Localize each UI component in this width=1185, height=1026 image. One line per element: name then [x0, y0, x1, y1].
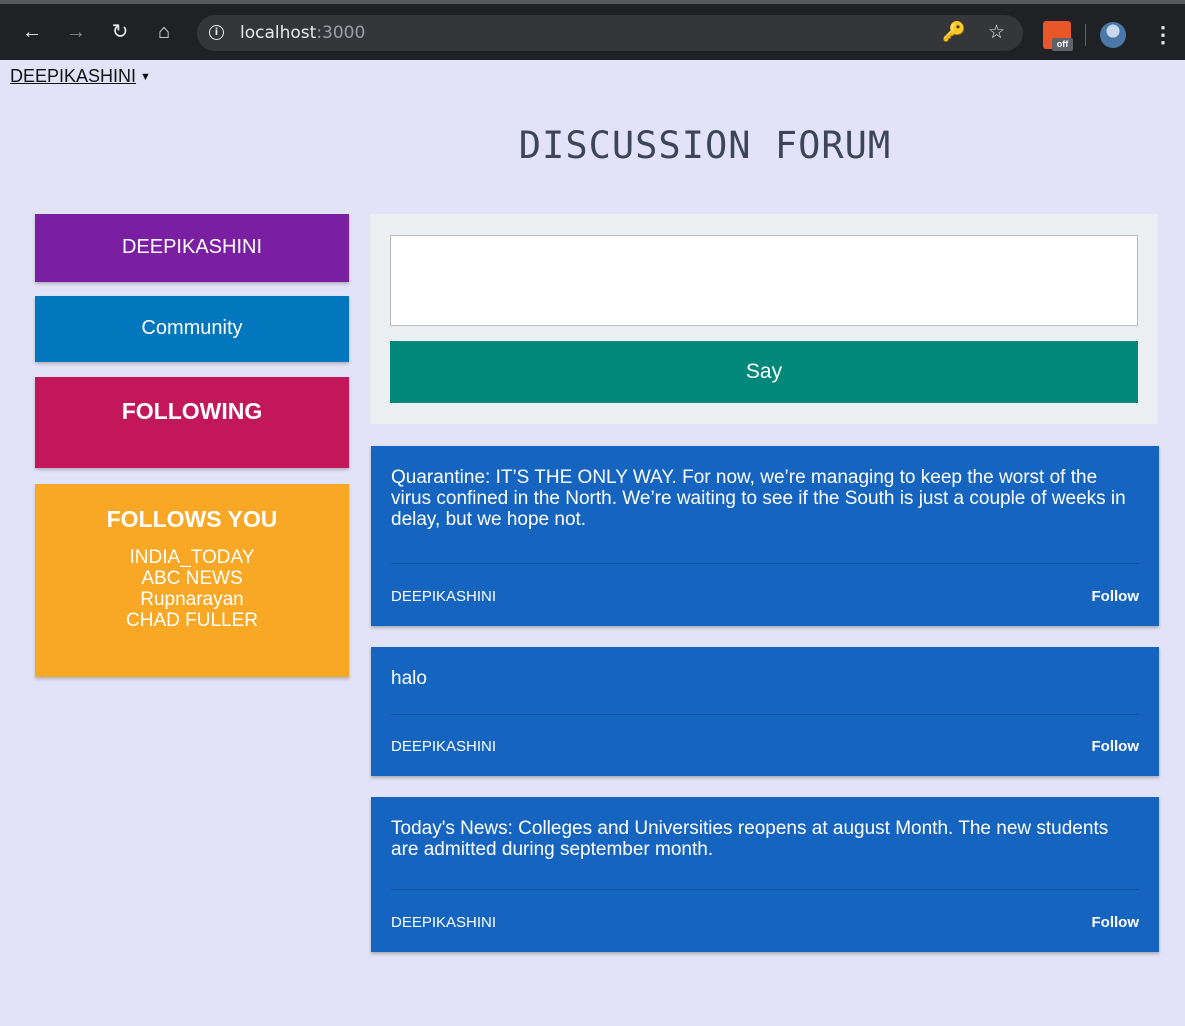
composer-panel: Say: [370, 214, 1158, 424]
follow-button[interactable]: Follow: [1092, 738, 1140, 755]
post-card: Today's News: Colleges and Universities …: [371, 797, 1159, 952]
profile-avatar-icon[interactable]: [1100, 22, 1126, 48]
extension-badge: off: [1052, 38, 1073, 51]
home-icon[interactable]: ⌂: [152, 20, 176, 44]
say-button[interactable]: Say: [390, 341, 1138, 403]
follow-button[interactable]: Follow: [1092, 914, 1140, 931]
more-menu-icon[interactable]: ⋮: [1152, 21, 1174, 49]
post-text: halo: [391, 668, 427, 689]
sidebar-following-button[interactable]: FOLLOWING: [35, 377, 349, 468]
sidebar-user-card[interactable]: DEEPIKASHINI: [35, 214, 349, 282]
star-icon[interactable]: ☆: [988, 21, 1005, 45]
post-divider: [391, 714, 1139, 715]
post-author[interactable]: DEEPIKASHINI: [391, 588, 496, 605]
info-icon[interactable]: i: [209, 25, 224, 40]
follower-item[interactable]: CHAD FULLER: [35, 610, 349, 631]
browser-toolbar: ← → ↻ ⌂ i localhost:3000 🔑 ☆ off ⋮: [0, 0, 1185, 60]
post-card: halo DEEPIKASHINI Follow: [371, 647, 1159, 776]
post-author[interactable]: DEEPIKASHINI: [391, 914, 496, 931]
back-arrow-icon[interactable]: ←: [20, 20, 44, 44]
caret-down-icon: ▼: [140, 71, 151, 83]
user-menu-dropdown[interactable]: DEEPIKASHINI ▼: [10, 66, 151, 87]
forward-arrow-icon[interactable]: →: [64, 20, 88, 44]
url-text[interactable]: localhost:3000: [240, 23, 365, 43]
post-text: Today's News: Colleges and Universities …: [391, 818, 1109, 860]
toolbar-divider: [1085, 24, 1086, 46]
url-host: localhost: [240, 23, 317, 43]
post-divider: [391, 563, 1139, 564]
follows-you-panel: FOLLOWS YOU INDIA_TODAY ABC NEWS Rupnara…: [35, 484, 349, 677]
sidebar-community-button[interactable]: Community: [35, 296, 349, 362]
page-title: DISCUSSION FORUM: [518, 124, 892, 167]
message-input[interactable]: [390, 235, 1138, 326]
follower-item[interactable]: ABC NEWS: [35, 568, 349, 589]
post-text: Quarantine: IT’S THE ONLY WAY. For now, …: [391, 467, 1126, 530]
post-author[interactable]: DEEPIKASHINI: [391, 738, 496, 755]
post-card: Quarantine: IT’S THE ONLY WAY. For now, …: [371, 446, 1159, 626]
reload-icon[interactable]: ↻: [108, 20, 132, 44]
follower-item[interactable]: INDIA_TODAY: [35, 547, 349, 568]
url-port: :3000: [316, 23, 366, 43]
follower-item[interactable]: Rupnarayan: [35, 589, 349, 610]
address-bar[interactable]: i localhost:3000 🔑 ☆: [197, 15, 1023, 51]
key-icon[interactable]: 🔑: [942, 21, 966, 45]
follow-button[interactable]: Follow: [1092, 588, 1140, 605]
extension-icon[interactable]: off: [1043, 21, 1073, 51]
follows-you-title: FOLLOWS YOU: [106, 506, 278, 532]
post-divider: [391, 889, 1139, 890]
user-menu-label: DEEPIKASHINI: [10, 66, 137, 86]
